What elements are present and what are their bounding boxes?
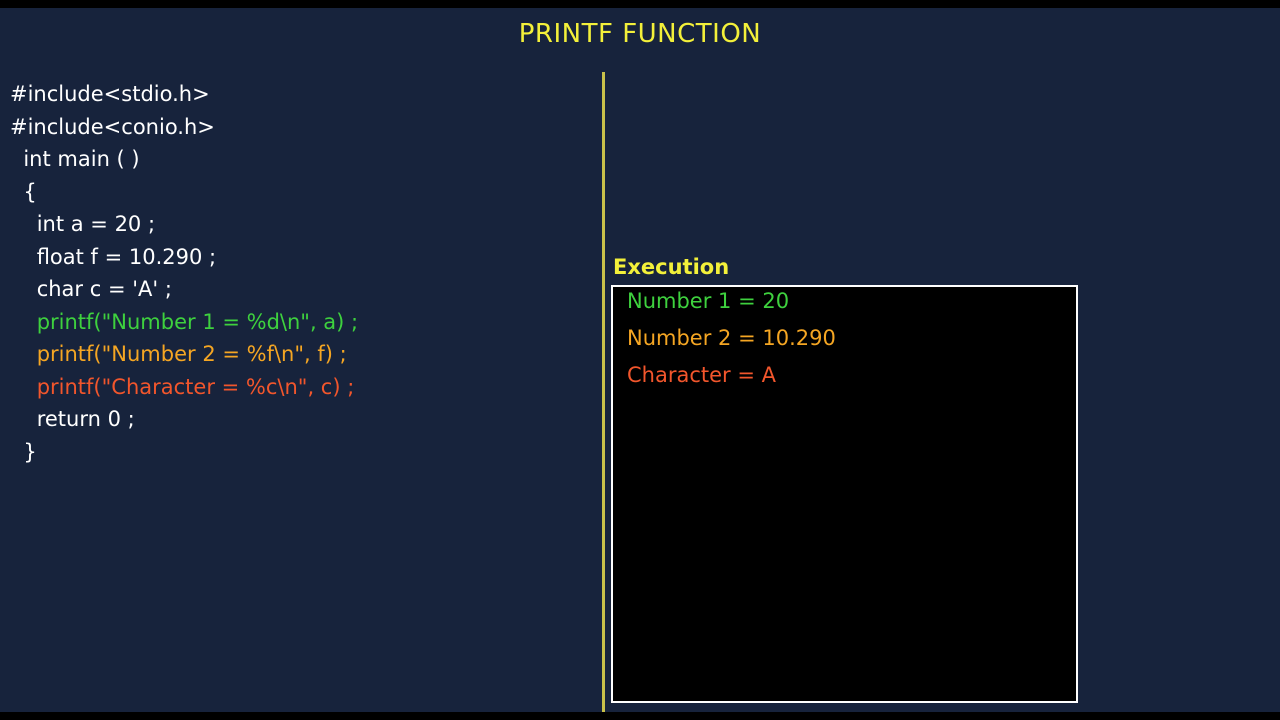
code-line: int main ( )	[10, 147, 140, 171]
execution-console: Number 1 = 20 Number 2 = 10.290 Characte…	[611, 285, 1078, 703]
code-line: char c = 'A' ;	[10, 277, 172, 301]
code-line: printf("Character = %c\n", c) ;	[10, 374, 355, 399]
code-line: }	[10, 439, 37, 464]
slide-title: PRINTF FUNCTION	[518, 19, 762, 49]
code-line: return 0 ;	[10, 407, 135, 431]
code-line: int a = 20 ;	[10, 212, 156, 236]
code-line: {	[10, 179, 37, 204]
execution-label: Execution	[613, 255, 730, 279]
code-block: #include<stdio.h> #include<conio.h> int …	[10, 78, 358, 468]
divider	[602, 72, 605, 712]
output-line: Number 1 = 20	[627, 289, 790, 313]
code-line: #include<conio.h>	[10, 114, 215, 139]
output-line: Number 2 = 10.290	[627, 326, 836, 350]
code-line: #include<stdio.h>	[10, 82, 210, 106]
output-line: Character = A	[627, 363, 776, 387]
code-line: printf("Number 2 = %f\n", f) ;	[10, 342, 347, 366]
slide: PRINTF FUNCTION #include<stdio.h> #inclu…	[0, 8, 1280, 712]
code-line: printf("Number 1 = %d\n", a) ;	[10, 309, 359, 334]
code-line: float f = 10.290 ;	[10, 244, 217, 269]
